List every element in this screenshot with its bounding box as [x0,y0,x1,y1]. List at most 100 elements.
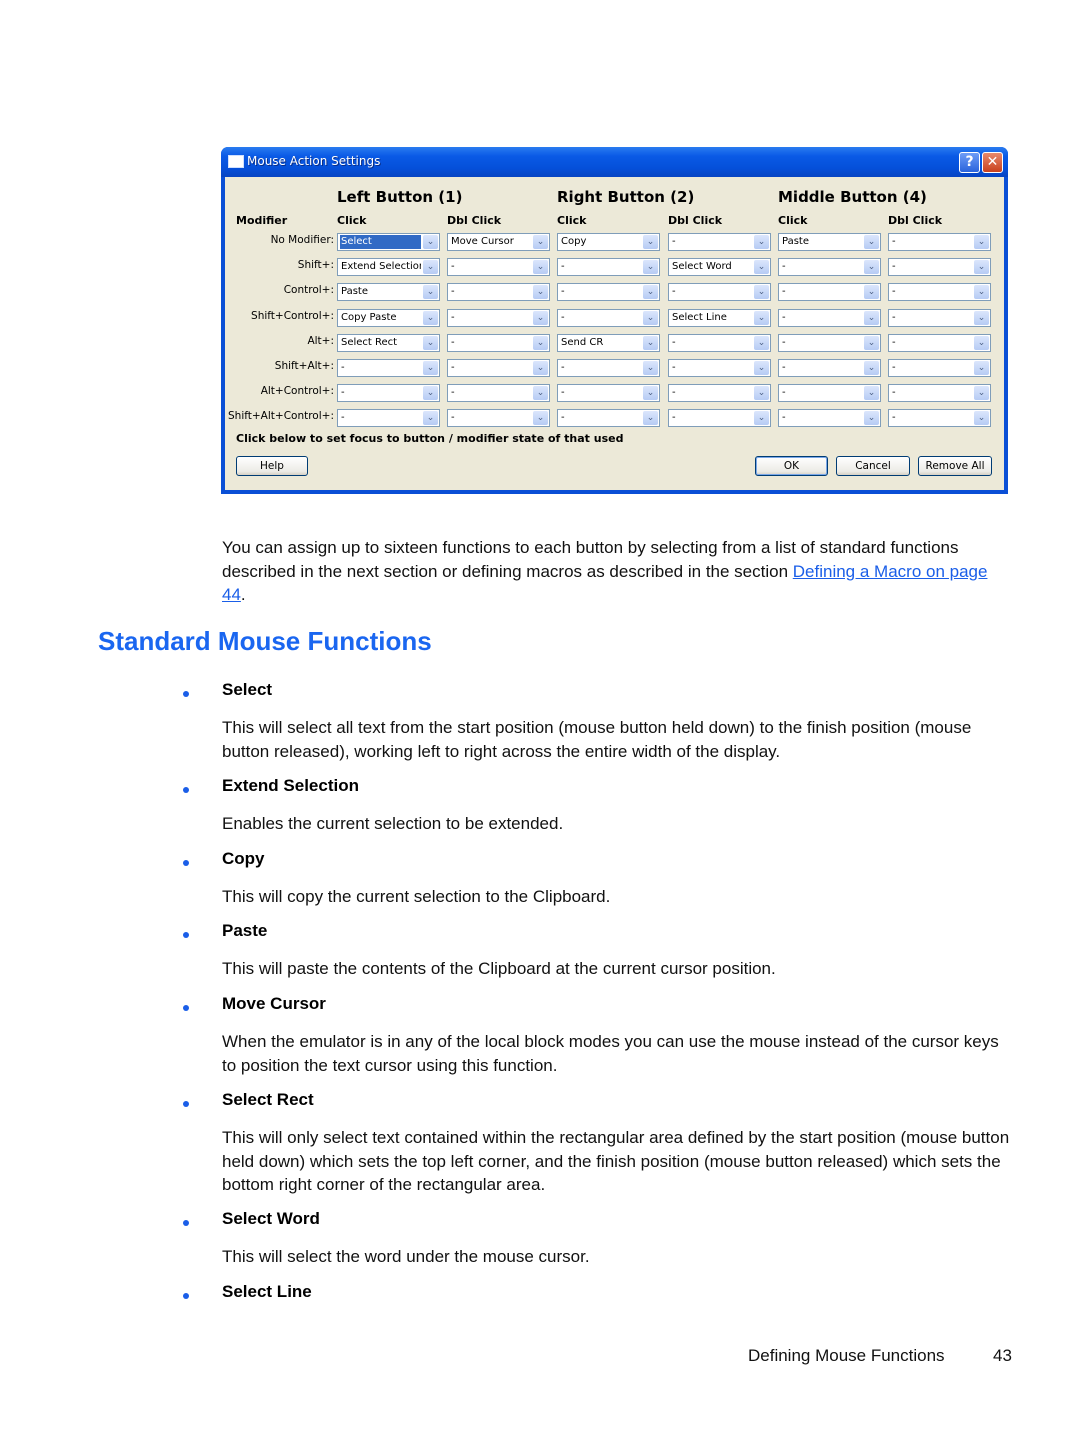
chevron-down-icon[interactable]: ⌄ [533,285,548,299]
help-icon[interactable]: ? [959,152,980,173]
chevron-down-icon[interactable]: ⌄ [754,285,769,299]
chevron-down-icon[interactable]: ⌄ [974,336,989,350]
dialog-titlebar[interactable]: Mouse Action Settings ? ✕ [221,147,1008,177]
function-dropdown[interactable]: - ⌄ [557,359,660,377]
function-dropdown[interactable]: Paste ⌄ [778,233,881,251]
function-dropdown[interactable]: - ⌄ [447,384,550,402]
cancel-button[interactable]: Cancel [836,456,910,476]
ok-button[interactable]: OK [755,456,828,476]
chevron-down-icon[interactable]: ⌄ [643,336,658,350]
function-dropdown[interactable]: Paste ⌄ [337,283,440,301]
function-dropdown[interactable]: - ⌄ [778,359,881,377]
function-dropdown[interactable]: - ⌄ [668,384,771,402]
chevron-down-icon[interactable]: ⌄ [864,336,879,350]
function-dropdown[interactable]: Copy Paste ⌄ [337,309,440,327]
function-dropdown[interactable]: - ⌄ [888,309,991,327]
chevron-down-icon[interactable]: ⌄ [423,386,438,400]
chevron-down-icon[interactable]: ⌄ [974,235,989,249]
chevron-down-icon[interactable]: ⌄ [533,361,548,375]
chevron-down-icon[interactable]: ⌄ [423,411,438,425]
function-dropdown[interactable]: - ⌄ [668,334,771,352]
function-dropdown[interactable]: Select Rect ⌄ [337,334,440,352]
chevron-down-icon[interactable]: ⌄ [533,235,548,249]
function-dropdown[interactable]: Select Word ⌄ [668,258,771,276]
chevron-down-icon[interactable]: ⌄ [754,336,769,350]
chevron-down-icon[interactable]: ⌄ [974,260,989,274]
chevron-down-icon[interactable]: ⌄ [974,411,989,425]
chevron-down-icon[interactable]: ⌄ [754,311,769,325]
function-dropdown[interactable]: - ⌄ [888,409,991,427]
function-dropdown[interactable]: - ⌄ [557,309,660,327]
function-dropdown[interactable]: - ⌄ [888,359,991,377]
function-dropdown[interactable]: Move Cursor ⌄ [447,233,550,251]
function-dropdown[interactable]: - ⌄ [337,409,440,427]
remove-all-button[interactable]: Remove All [918,456,992,476]
chevron-down-icon[interactable]: ⌄ [643,361,658,375]
function-dropdown[interactable]: - ⌄ [668,283,771,301]
chevron-down-icon[interactable]: ⌄ [864,235,879,249]
function-dropdown[interactable]: - ⌄ [668,409,771,427]
function-dropdown[interactable]: - ⌄ [447,283,550,301]
chevron-down-icon[interactable]: ⌄ [864,311,879,325]
function-dropdown[interactable]: - ⌄ [447,359,550,377]
chevron-down-icon[interactable]: ⌄ [643,386,658,400]
chevron-down-icon[interactable]: ⌄ [754,386,769,400]
chevron-down-icon[interactable]: ⌄ [754,361,769,375]
chevron-down-icon[interactable]: ⌄ [423,311,438,325]
function-dropdown[interactable]: - ⌄ [337,384,440,402]
function-dropdown[interactable]: - ⌄ [557,258,660,276]
function-dropdown[interactable]: - ⌄ [447,334,550,352]
function-dropdown[interactable]: - ⌄ [668,233,771,251]
chevron-down-icon[interactable]: ⌄ [864,361,879,375]
chevron-down-icon[interactable]: ⌄ [423,361,438,375]
function-dropdown[interactable]: - ⌄ [778,309,881,327]
help-button[interactable]: Help [236,456,308,476]
chevron-down-icon[interactable]: ⌄ [643,311,658,325]
chevron-down-icon[interactable]: ⌄ [974,311,989,325]
function-dropdown[interactable]: - ⌄ [888,233,991,251]
chevron-down-icon[interactable]: ⌄ [643,411,658,425]
function-dropdown[interactable]: Select Line ⌄ [668,309,771,327]
chevron-down-icon[interactable]: ⌄ [754,260,769,274]
function-dropdown[interactable]: - ⌄ [888,334,991,352]
function-dropdown[interactable]: Copy ⌄ [557,233,660,251]
function-dropdown[interactable]: - ⌄ [888,384,991,402]
chevron-down-icon[interactable]: ⌄ [974,386,989,400]
function-dropdown[interactable]: - ⌄ [447,258,550,276]
function-dropdown[interactable]: - ⌄ [888,258,991,276]
function-dropdown[interactable]: Select ⌄ [337,233,440,251]
function-dropdown[interactable]: - ⌄ [668,359,771,377]
function-dropdown[interactable]: - ⌄ [557,409,660,427]
chevron-down-icon[interactable]: ⌄ [643,285,658,299]
chevron-down-icon[interactable]: ⌄ [974,285,989,299]
chevron-down-icon[interactable]: ⌄ [864,260,879,274]
close-icon[interactable]: ✕ [982,152,1003,173]
chevron-down-icon[interactable]: ⌄ [423,260,438,274]
chevron-down-icon[interactable]: ⌄ [864,285,879,299]
function-dropdown[interactable]: - ⌄ [778,283,881,301]
function-dropdown[interactable]: - ⌄ [557,384,660,402]
chevron-down-icon[interactable]: ⌄ [643,235,658,249]
chevron-down-icon[interactable]: ⌄ [864,411,879,425]
chevron-down-icon[interactable]: ⌄ [533,336,548,350]
function-dropdown[interactable]: - ⌄ [337,359,440,377]
function-dropdown[interactable]: - ⌄ [778,334,881,352]
chevron-down-icon[interactable]: ⌄ [423,235,438,249]
function-dropdown[interactable]: Send CR ⌄ [557,334,660,352]
chevron-down-icon[interactable]: ⌄ [533,260,548,274]
function-dropdown[interactable]: - ⌄ [447,309,550,327]
chevron-down-icon[interactable]: ⌄ [864,386,879,400]
chevron-down-icon[interactable]: ⌄ [423,336,438,350]
chevron-down-icon[interactable]: ⌄ [533,311,548,325]
chevron-down-icon[interactable]: ⌄ [974,361,989,375]
function-dropdown[interactable]: - ⌄ [888,283,991,301]
chevron-down-icon[interactable]: ⌄ [533,386,548,400]
chevron-down-icon[interactable]: ⌄ [423,285,438,299]
function-dropdown[interactable]: Extend Selection ⌄ [337,258,440,276]
function-dropdown[interactable]: - ⌄ [447,409,550,427]
chevron-down-icon[interactable]: ⌄ [754,235,769,249]
function-dropdown[interactable]: - ⌄ [778,258,881,276]
chevron-down-icon[interactable]: ⌄ [754,411,769,425]
function-dropdown[interactable]: - ⌄ [557,283,660,301]
chevron-down-icon[interactable]: ⌄ [643,260,658,274]
